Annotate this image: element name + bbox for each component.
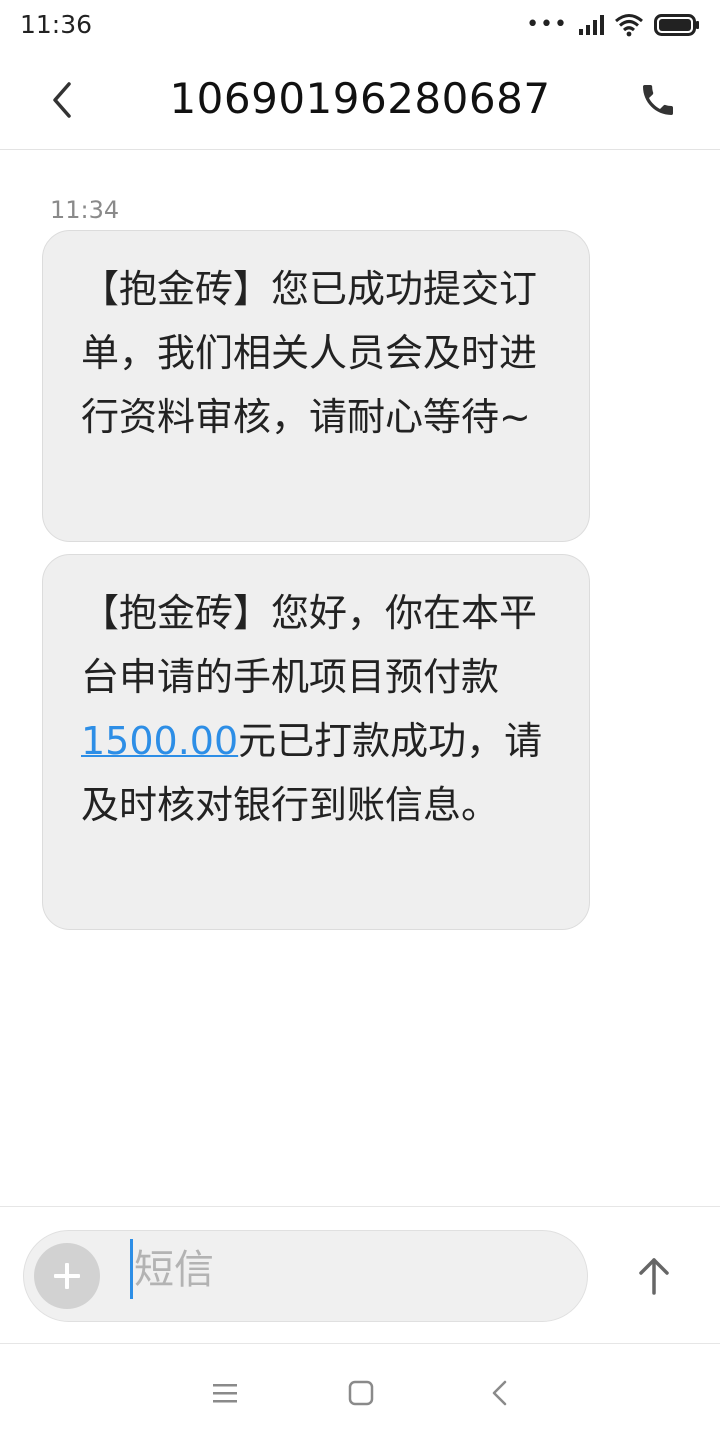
system-nav-bar: [0, 1345, 720, 1440]
message-text: 【抱金砖】您已成功提交订单，我们相关人员会及时进行资料审核，请耐心等待~: [81, 267, 538, 439]
send-button[interactable]: [626, 1247, 682, 1303]
input-pill[interactable]: [23, 1230, 588, 1322]
back-triangle-icon: [492, 1380, 507, 1406]
home-square-icon: [348, 1380, 374, 1406]
amount-link[interactable]: 1500.00: [81, 719, 238, 763]
more-dots-icon: •••: [526, 12, 568, 37]
message-composer: [0, 1206, 720, 1344]
text-cursor: [130, 1239, 133, 1299]
back-button[interactable]: [38, 76, 86, 124]
call-button[interactable]: [634, 76, 682, 124]
system-back-button[interactable]: [480, 1373, 520, 1413]
message-text-before: 【抱金砖】您好，你在本平台申请的手机项目预付款: [81, 591, 538, 699]
conversation-header: 10690196280687: [0, 50, 720, 150]
plus-icon: [54, 1263, 80, 1289]
contact-number: 10690196280687: [169, 74, 551, 123]
status-bar: 11:36 •••: [0, 0, 720, 50]
menu-icon: [213, 1384, 237, 1403]
message-bubble[interactable]: 【抱金砖】您好，你在本平台申请的手机项目预付款1500.00元已打款成功，请及时…: [42, 554, 590, 930]
signal-icon: [579, 15, 604, 35]
add-attachment-button[interactable]: [34, 1243, 100, 1309]
sms-conversation-screen: 11:36 ••• 10690196280687 11:34 【抱金砖】您已成功…: [0, 0, 720, 1440]
sms-input[interactable]: [134, 1239, 554, 1301]
battery-icon: [654, 14, 699, 36]
wifi-icon: [615, 14, 643, 37]
status-icons: •••: [526, 12, 700, 38]
chevron-left-icon: [53, 82, 71, 118]
arrow-up-icon: [639, 1258, 669, 1295]
message-thread[interactable]: 11:34 【抱金砖】您已成功提交订单，我们相关人员会及时进行资料审核，请耐心等…: [0, 151, 720, 1206]
phone-icon: [643, 85, 673, 115]
message-bubble[interactable]: 【抱金砖】您已成功提交订单，我们相关人员会及时进行资料审核，请耐心等待~: [42, 230, 590, 542]
message-timestamp: 11:34: [50, 196, 120, 224]
recents-button[interactable]: [205, 1373, 245, 1413]
status-time: 11:36: [20, 10, 93, 39]
home-button[interactable]: [341, 1373, 381, 1413]
